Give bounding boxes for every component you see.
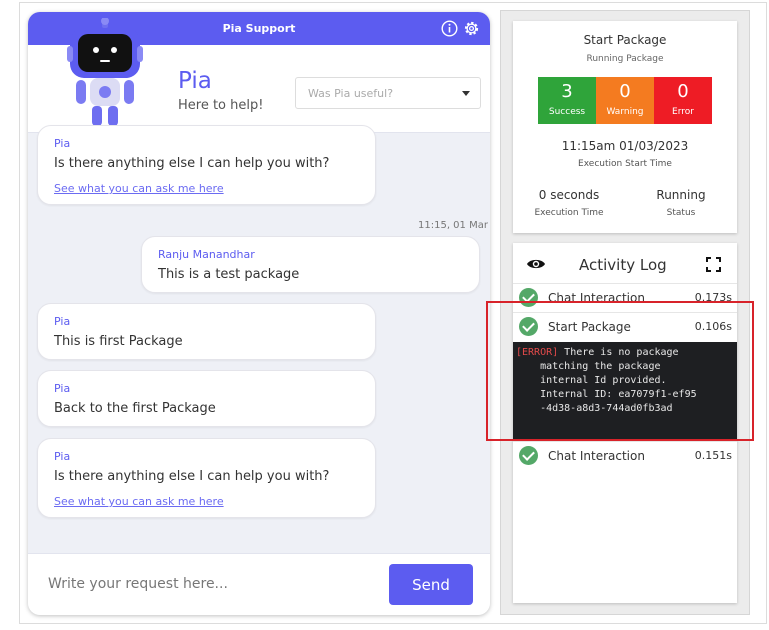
feedback-select[interactable]: Was Pia useful? [295, 77, 481, 109]
chat-input[interactable] [38, 564, 378, 604]
start-time-label: Execution Start Time [578, 159, 672, 169]
warning-count: 0 [619, 81, 631, 102]
warning-stat: 0 Warning [596, 77, 654, 124]
error-label: Error [672, 107, 694, 117]
feedback-placeholder: Was Pia useful? [308, 87, 394, 100]
bot-profile: Pia Here to help! Was Pia useful? [28, 18, 490, 133]
warning-label: Warning [606, 107, 644, 117]
success-stat: 3 Success [538, 77, 596, 124]
help-link[interactable]: See what you can ask me here [54, 495, 224, 508]
package-title: Start Package [583, 33, 667, 47]
error-count: 0 [677, 81, 689, 102]
user-message-bubble: Ranju Manandhar This is a test package [141, 236, 480, 293]
log-row-time: 0.151s [694, 449, 732, 462]
message-bubble: Pia Is there anything else I can help yo… [37, 125, 376, 205]
chat-input-bar: Send [28, 553, 490, 615]
eye-icon[interactable] [526, 257, 546, 271]
message-timestamp: 11:15, 01 Mar [418, 220, 488, 231]
package-subtitle: Running Package [586, 54, 664, 64]
message-sender: Pia [54, 382, 71, 395]
package-summary-card: Start Package Running Package 3 Success … [513, 21, 737, 233]
chat-panel: Pia Support Pia Here to help! Was Pia us… [28, 12, 490, 615]
message-text: This is a test package [158, 267, 300, 282]
log-row-name: Chat Interaction [548, 449, 645, 463]
settings-icon[interactable] [463, 20, 480, 37]
status-label: Status [666, 208, 696, 218]
message-bubble: Pia This is first Package [37, 303, 376, 360]
message-text: Back to the first Package [54, 401, 216, 416]
robot-avatar [67, 18, 143, 126]
chevron-down-icon [462, 91, 470, 96]
success-count: 3 [561, 81, 573, 102]
bot-name: Pia [178, 68, 212, 94]
message-text: Is there anything else I can help you wi… [54, 156, 330, 171]
message-sender: Pia [54, 315, 71, 328]
message-text: Is there anything else I can help you wi… [54, 469, 330, 484]
error-highlight-box [486, 301, 754, 441]
start-time-value: 11:15am 01/03/2023 [561, 139, 689, 153]
exec-time-label: Execution Time [534, 208, 604, 218]
message-bubble: Pia Back to the first Package [37, 370, 376, 427]
check-circle-icon [519, 446, 538, 465]
send-button[interactable]: Send [389, 564, 473, 605]
log-row[interactable]: Chat Interaction 0.151s [513, 441, 737, 469]
success-label: Success [548, 107, 586, 117]
message-bubble: Pia Is there anything else I can help yo… [37, 438, 376, 518]
message-sender: Pia [54, 450, 71, 463]
error-stat: 0 Error [654, 77, 712, 124]
fullscreen-icon[interactable] [706, 257, 721, 272]
help-link[interactable]: See what you can ask me here [54, 182, 224, 195]
activity-log-title: Activity Log [579, 256, 667, 274]
message-sender: Ranju Manandhar [158, 248, 255, 261]
exec-time-value: 0 seconds [538, 188, 600, 202]
message-text: This is first Package [54, 334, 183, 349]
message-sender: Pia [54, 137, 71, 150]
info-icon[interactable] [441, 20, 458, 37]
bot-tagline: Here to help! [178, 98, 264, 113]
status-value: Running [656, 188, 706, 202]
